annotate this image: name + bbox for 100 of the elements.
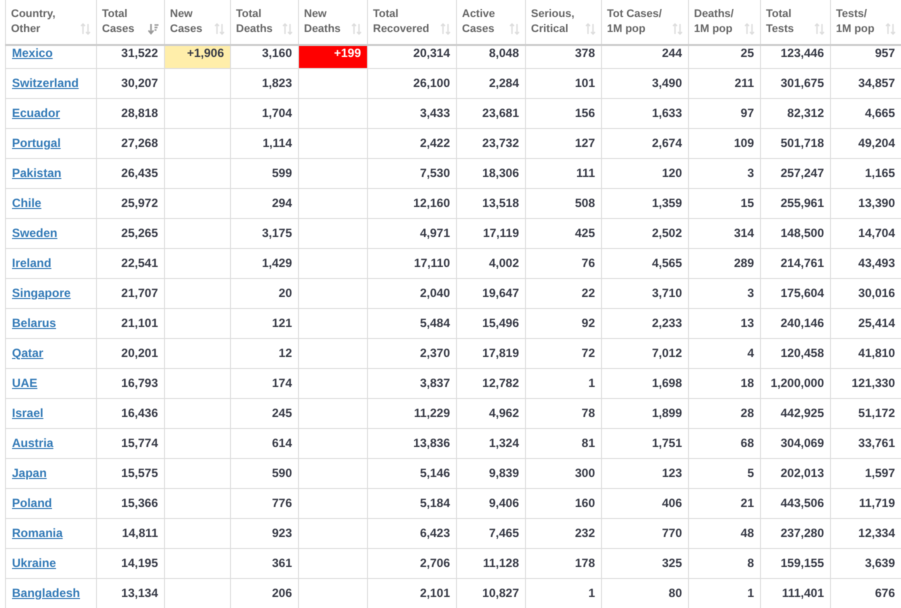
table-cell: 599	[230, 158, 298, 188]
table-cell: 97	[688, 98, 760, 128]
column-header[interactable]: New Deaths	[298, 0, 368, 45]
table-cell: 2,370	[368, 338, 456, 368]
table-cell: 28,818	[96, 98, 164, 128]
table-cell: 21,707	[96, 278, 164, 308]
table-cell: 20,314	[368, 45, 456, 68]
table-cell: 1,899	[602, 398, 688, 428]
column-header[interactable]: Tests/ 1M pop	[830, 0, 901, 45]
table-cell: 2,502	[602, 218, 688, 248]
table-cell: 4	[688, 338, 760, 368]
table-cell: 16,436	[96, 398, 164, 428]
country-link[interactable]: UAE	[12, 376, 38, 390]
table-cell: 72	[526, 338, 602, 368]
table-cell: 923	[230, 518, 298, 548]
table-cell: 9,839	[456, 458, 526, 488]
table-cell: 17,119	[456, 218, 526, 248]
table-cell: 237,280	[760, 518, 830, 548]
column-header[interactable]: Tot Cases/ 1M pop	[602, 0, 688, 45]
sort-icon	[814, 23, 825, 35]
table-cell: 25	[688, 45, 760, 68]
table-cell: 255,961	[760, 188, 830, 218]
table-cell: 1,200,000	[760, 368, 830, 398]
column-header[interactable]: Active Cases	[456, 0, 526, 45]
table-cell: 1,359	[602, 188, 688, 218]
column-header[interactable]: Total Recovered	[368, 0, 456, 45]
table-cell: 13	[688, 308, 760, 338]
table-cell: 20,201	[96, 338, 164, 368]
table-cell: 174	[230, 368, 298, 398]
table-cell: 13,836	[368, 428, 456, 458]
table-cell: 22	[526, 278, 602, 308]
table-cell: 9,406	[456, 488, 526, 518]
sort-descending-icon	[148, 23, 159, 35]
table-cell: 1	[526, 368, 602, 398]
table-cell: 76	[526, 248, 602, 278]
column-header[interactable]: Total Cases	[96, 0, 164, 45]
table-cell: 11,128	[456, 548, 526, 578]
table-cell: 15,575	[96, 458, 164, 488]
table-cell: 156	[526, 98, 602, 128]
table-cell: 16,793	[96, 368, 164, 398]
table-cell: 5,146	[368, 458, 456, 488]
table-cell: 1,704	[230, 98, 298, 128]
table-cell: 21,101	[96, 308, 164, 338]
table-cell: 30,207	[96, 68, 164, 98]
table-cell: 361	[230, 548, 298, 578]
table-cell: 614	[230, 428, 298, 458]
table-cell: 3,837	[368, 368, 456, 398]
country-link[interactable]: Japan	[12, 466, 47, 480]
table-cell: 8	[688, 548, 760, 578]
column-header[interactable]: New Cases	[164, 0, 230, 45]
table-cell: 120,458	[760, 338, 830, 368]
table-cell: 26,100	[368, 68, 456, 98]
table-cell: 111	[526, 158, 602, 188]
table-cell: 123	[602, 458, 688, 488]
table-cell: 2,284	[456, 68, 526, 98]
country-link[interactable]: Israel	[12, 406, 44, 420]
table-cell: 425	[526, 218, 602, 248]
table-cell: 245	[230, 398, 298, 428]
column-header[interactable]: Country, Other	[6, 0, 96, 45]
table-cell: 4,962	[456, 398, 526, 428]
country-link[interactable]: Chile	[12, 196, 42, 210]
table-cell: 12	[230, 338, 298, 368]
table-cell: 214,761	[760, 248, 830, 278]
table-cell: 11,229	[368, 398, 456, 428]
table-cell: 27,268	[96, 128, 164, 158]
table-cell: 1,698	[602, 368, 688, 398]
table-cell: 20	[230, 278, 298, 308]
sort-icon	[80, 23, 91, 35]
table-cell: 1,324	[456, 428, 526, 458]
table-cell: 7,465	[456, 518, 526, 548]
table-cell: 257,247	[760, 158, 830, 188]
table-cell: 2,674	[602, 128, 688, 158]
table-cell: 590	[230, 458, 298, 488]
sort-icon	[282, 23, 293, 35]
table-cell: 5,184	[368, 488, 456, 518]
table-cell: 1,429	[230, 248, 298, 278]
column-header[interactable]: Total Tests	[760, 0, 830, 45]
table-cell: 159,155	[760, 548, 830, 578]
column-header[interactable]: Deaths/ 1M pop	[688, 0, 760, 45]
table-cell: 443,506	[760, 488, 830, 518]
table-cell: 81	[526, 428, 602, 458]
column-header[interactable]: Total Deaths	[230, 0, 298, 45]
sort-icon	[214, 23, 225, 35]
sort-icon	[885, 23, 896, 35]
sort-icon	[351, 23, 362, 35]
table-cell: 92	[526, 308, 602, 338]
table-cell: 2,706	[368, 548, 456, 578]
table-cell: 3,433	[368, 98, 456, 128]
table-cell: 294	[230, 188, 298, 218]
table-cell: 3,490	[602, 68, 688, 98]
sort-icon	[585, 23, 596, 35]
table-cell: 23,732	[456, 128, 526, 158]
table-cell: 12,782	[456, 368, 526, 398]
column-header[interactable]: Serious, Critical	[526, 0, 602, 45]
table-cell: 770	[602, 518, 688, 548]
table-cell: 3,175	[230, 218, 298, 248]
table-cell: 442,925	[760, 398, 830, 428]
table-cell: 12,160	[368, 188, 456, 218]
country-link[interactable]: Qatar	[12, 346, 44, 360]
table-cell: 23,681	[456, 98, 526, 128]
